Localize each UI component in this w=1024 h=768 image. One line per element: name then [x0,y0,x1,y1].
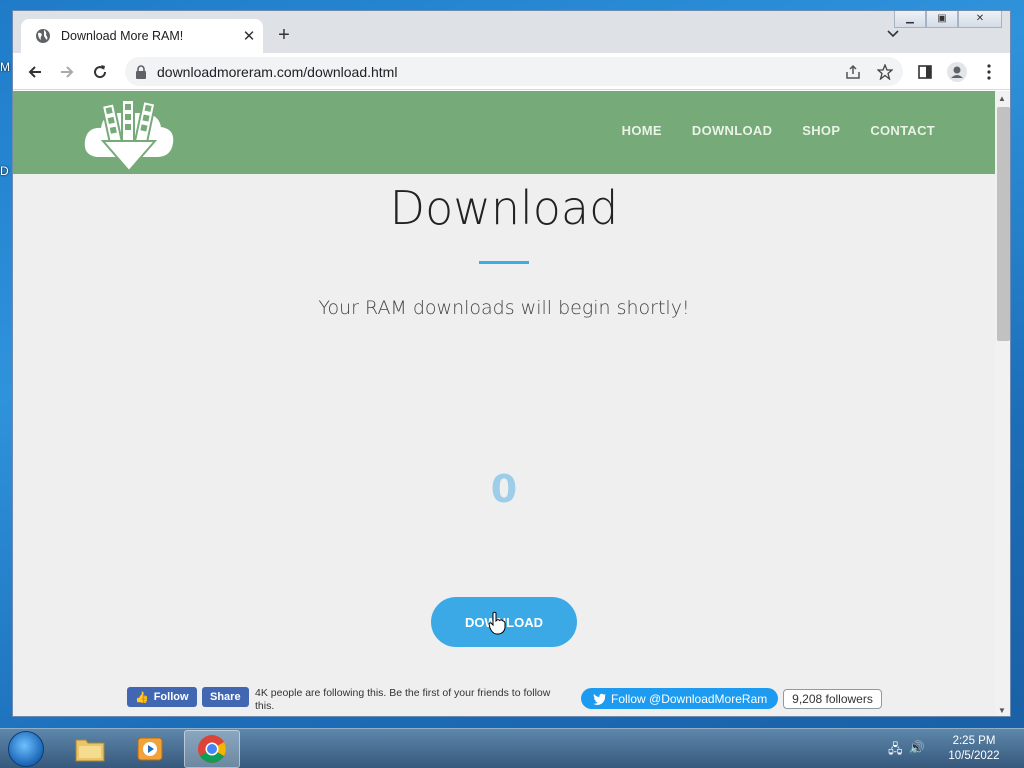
page-title: Download [389,181,619,235]
hand-cursor-icon [488,611,506,635]
title-divider [479,261,529,264]
ram-download-logo[interactable] [83,95,175,173]
twitter-followers-count: 9,208 followers [783,689,882,709]
scroll-up-icon[interactable]: ▲ [998,94,1006,103]
side-panel-icon[interactable] [915,62,935,82]
start-button[interactable] [8,731,44,767]
chrome-window: Download More RAM! ✕ + ▁ ▣ ✕ downloadmor… [12,10,1011,717]
windows-taskbar: 🖧 🔊 2:25 PM 10/5/2022 [0,728,1024,768]
scroll-thumb[interactable] [997,107,1010,341]
maximize-button[interactable]: ▣ [926,11,958,28]
clock-time: 2:25 PM [952,735,996,747]
download-counter: 0 [490,467,518,511]
forward-icon[interactable] [57,62,77,82]
menu-dots-icon[interactable] [979,62,999,82]
minimize-button[interactable]: ▁ [894,11,926,28]
twitter-bird-icon [593,693,606,705]
system-tray: 🖧 🔊 [888,740,925,762]
tab-title: Download More RAM! [61,29,184,43]
facebook-share-button[interactable]: Share [202,687,249,707]
twitter-follow-button[interactable]: Follow @DownloadMoreRam [581,688,778,709]
site-header: HOME DOWNLOAD SHOP CONTACT [13,91,995,174]
lock-icon [136,64,146,79]
social-bar: 👍 Follow Share 4K people are following t… [13,685,995,716]
facebook-follow-label: Follow [153,691,189,703]
profile-avatar-icon[interactable] [947,62,967,82]
globe-icon [36,29,50,43]
desktop-icon-label: M [0,60,10,74]
site-nav: HOME DOWNLOAD SHOP CONTACT [622,123,935,138]
nav-home[interactable]: HOME [622,123,662,138]
taskbar-clock[interactable]: 2:25 PM 10/5/2022 [936,734,1012,764]
download-subtitle: Your RAM downloads will begin shortly! [318,297,690,319]
tab-close-icon[interactable]: ✕ [235,27,263,45]
page-scrollbar[interactable]: ▲ ▼ [995,91,1010,716]
back-icon[interactable] [25,62,45,82]
nav-shop[interactable]: SHOP [802,123,840,138]
bookmark-star-icon[interactable] [875,62,895,82]
nav-contact[interactable]: CONTACT [870,123,935,138]
nav-download[interactable]: DOWNLOAD [692,123,772,138]
facebook-follow-button[interactable]: 👍 Follow [127,687,197,707]
scroll-down-icon[interactable]: ▼ [998,706,1006,715]
desktop-icon-label: D [0,164,9,178]
chrome-taskbar-icon[interactable] [184,730,240,768]
clock-date: 10/5/2022 [948,750,1000,762]
new-tab-button[interactable]: + [272,24,296,47]
browser-toolbar: downloadmoreram.com/download.html [13,53,1010,90]
browser-tab[interactable]: Download More RAM! ✕ [21,19,263,53]
media-player-icon[interactable] [122,730,178,768]
reload-icon[interactable] [90,62,110,82]
network-icon[interactable]: 🖧 [888,740,903,762]
facebook-followers-text: 4K people are following this. Be the fir… [255,687,551,712]
window-controls: ▁ ▣ ✕ [894,11,1002,28]
url-text: downloadmoreram.com/download.html [157,63,398,80]
twitter-follow-label: Follow @DownloadMoreRam [611,691,768,706]
facebook-share-label: Share [210,691,241,703]
close-window-button[interactable]: ✕ [958,11,1002,28]
share-icon[interactable] [843,62,863,82]
address-bar[interactable]: downloadmoreram.com/download.html [125,57,903,86]
volume-icon[interactable]: 🔊 [909,740,925,762]
file-explorer-icon[interactable] [62,730,118,768]
tab-strip: Download More RAM! ✕ + ▁ ▣ ✕ [13,11,1010,53]
page-viewport: HOME DOWNLOAD SHOP CONTACT Download Your… [13,91,995,716]
thumbs-up-icon: 👍 [135,691,149,704]
